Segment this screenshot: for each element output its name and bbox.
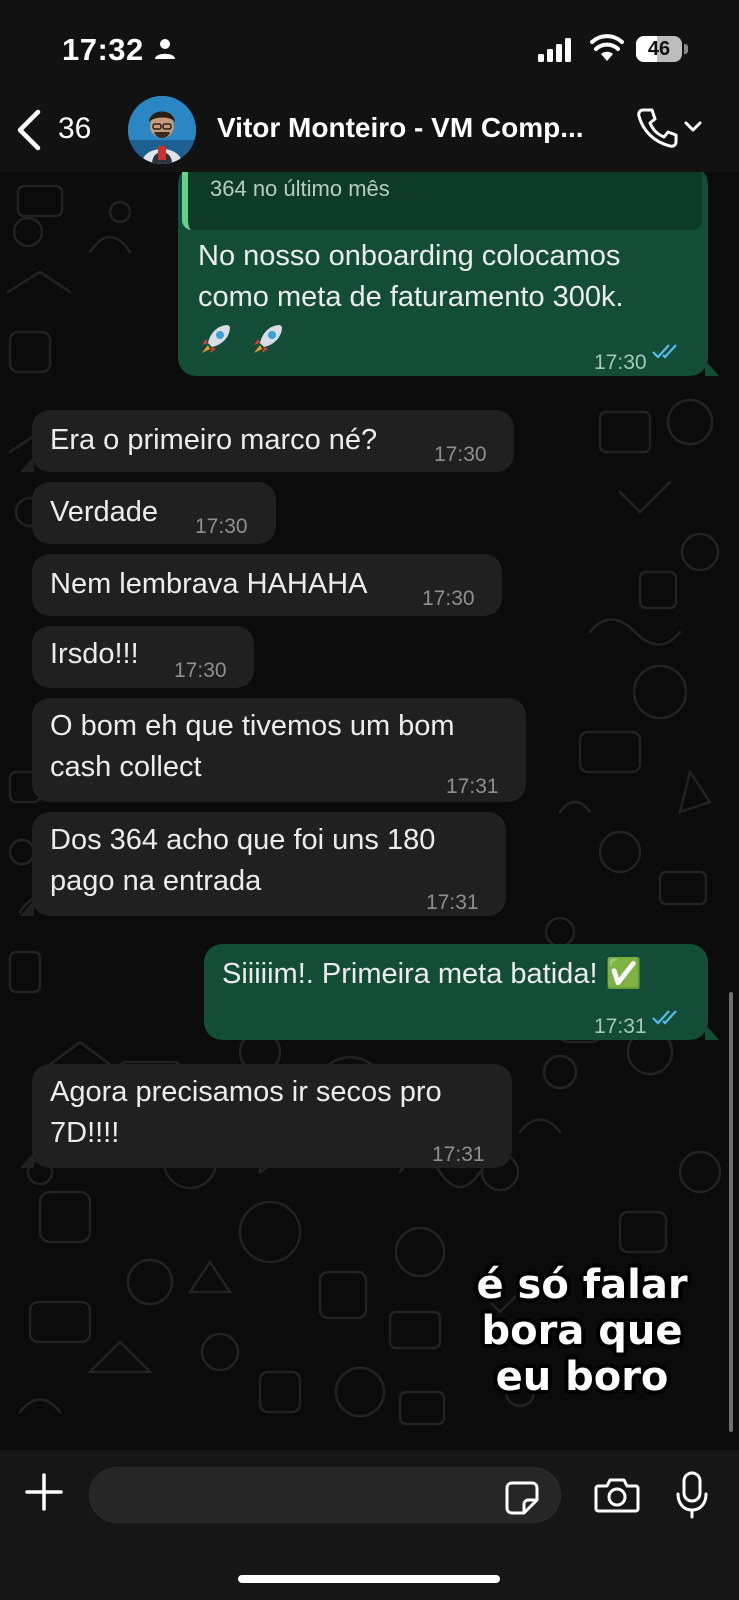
quoted-message[interactable]: 364 no último mês — [182, 172, 702, 230]
message-bubble-incoming[interactable]: Nem lembrava HAHAHA 17:30 — [32, 554, 502, 616]
chat-area[interactable]: No nosso onboarding colocamos como meta … — [0, 172, 739, 1450]
message-text: Agora precisamos ir secos pro 7D!!!! — [50, 1072, 442, 1154]
plus-icon[interactable] — [24, 1472, 64, 1512]
rocket-icon — [202, 325, 230, 354]
message-time: 17:30 — [434, 443, 487, 466]
message-bubble-incoming[interactable]: Verdade 17:30 — [32, 482, 276, 544]
sticker-icon[interactable] — [504, 1480, 540, 1516]
message-bubble-outgoing[interactable]: Siiiiim!. Primeira meta batida! ✅ 17:31 — [204, 944, 708, 1040]
camera-icon[interactable] — [594, 1476, 640, 1514]
battery-indicator: 46 — [636, 36, 682, 62]
battery-cap — [684, 44, 688, 54]
home-indicator[interactable] — [238, 1575, 500, 1583]
message-line: cash collect — [50, 751, 202, 783]
sticker-text: eu boro — [495, 1354, 669, 1400]
message-text: Era o primeiro marco né? — [50, 424, 378, 456]
message-input-bar — [0, 1450, 739, 1600]
message-line: Agora precisamos ir secos pro — [50, 1076, 442, 1108]
avatar-photo — [128, 96, 196, 164]
scrollbar[interactable] — [729, 992, 733, 1432]
sticker-text: bora que — [481, 1308, 683, 1354]
message-text: Verdade — [50, 496, 159, 528]
rocket-icon — [254, 325, 283, 354]
bubble-tail — [20, 456, 34, 472]
message-line: pago na entrada — [50, 865, 262, 897]
bubble-tail — [705, 1024, 719, 1040]
message-text: Nem lembrava HAHAHA — [50, 568, 368, 600]
message-line: Dos 364 acho que foi uns 180 — [50, 824, 436, 856]
message-bubble-incoming[interactable]: Irsdo!!! 17:30 — [32, 626, 254, 688]
sticker-message[interactable]: é só falar bora que eu boro — [458, 1262, 706, 1412]
sticker-text: é só falar — [476, 1262, 688, 1308]
message-time: 17:30 — [422, 587, 475, 610]
quoted-text: 364 no último mês — [210, 176, 390, 201]
read-receipt-icon — [652, 344, 677, 359]
message-bubble-incoming[interactable]: Agora precisamos ir secos pro 7D!!!! 17:… — [32, 1064, 512, 1168]
message-text: Siiiiim!. Primeira meta batida! ✅ — [222, 958, 642, 990]
chat-header: 36 Vitor Monteiro - VM Comp... — [0, 90, 739, 173]
message-bubble-incoming[interactable]: O bom eh que tivemos um bom cash collect… — [32, 698, 526, 802]
message-time: 17:31 — [594, 1015, 647, 1038]
wifi-icon — [590, 34, 624, 61]
message-time: 17:31 — [432, 1143, 485, 1166]
bubble-tail — [20, 900, 34, 916]
bubble-tail — [20, 1152, 34, 1168]
chevron-down-icon[interactable] — [683, 120, 703, 134]
cellular-signal-icon — [538, 38, 571, 62]
message-time: 17:30 — [174, 659, 227, 682]
unread-count[interactable]: 36 — [58, 112, 91, 146]
message-text: Dos 364 acho que foi uns 180 pago na ent… — [50, 820, 435, 902]
message-time: 17:30 — [594, 351, 647, 374]
status-bar: 17:32 46 — [0, 0, 739, 90]
battery-percentage: 46 — [647, 38, 671, 60]
contact-name[interactable]: Vitor Monteiro - VM Comp... — [217, 112, 617, 144]
message-line: 7D!!!! — [50, 1117, 120, 1149]
message-bubble-incoming[interactable]: Dos 364 acho que foi uns 180 pago na ent… — [32, 812, 506, 916]
message-time: 17:31 — [446, 775, 499, 798]
message-time: 17:30 — [195, 515, 248, 538]
read-receipt-icon — [652, 1010, 677, 1025]
message-input[interactable] — [89, 1467, 561, 1523]
status-time: 17:32 — [62, 32, 144, 67]
chevron-left-icon[interactable] — [14, 108, 44, 152]
message-text: No nosso onboarding colocamos como meta … — [198, 236, 698, 359]
message-line: No nosso onboarding colocamos — [198, 240, 621, 272]
avatar[interactable] — [128, 96, 196, 164]
phone-icon[interactable] — [636, 106, 678, 150]
bubble-tail — [705, 360, 719, 376]
person-icon — [155, 39, 175, 59]
microphone-icon[interactable] — [675, 1470, 709, 1520]
message-line: O bom eh que tivemos um bom — [50, 710, 455, 742]
message-time: 17:31 — [426, 891, 479, 914]
message-text: O bom eh que tivemos um bom cash collect — [50, 706, 455, 788]
message-text: Irsdo!!! — [50, 638, 139, 670]
message-line: como meta de faturamento 300k. — [198, 281, 624, 313]
message-bubble-incoming[interactable]: Era o primeiro marco né? 17:30 — [32, 410, 514, 472]
